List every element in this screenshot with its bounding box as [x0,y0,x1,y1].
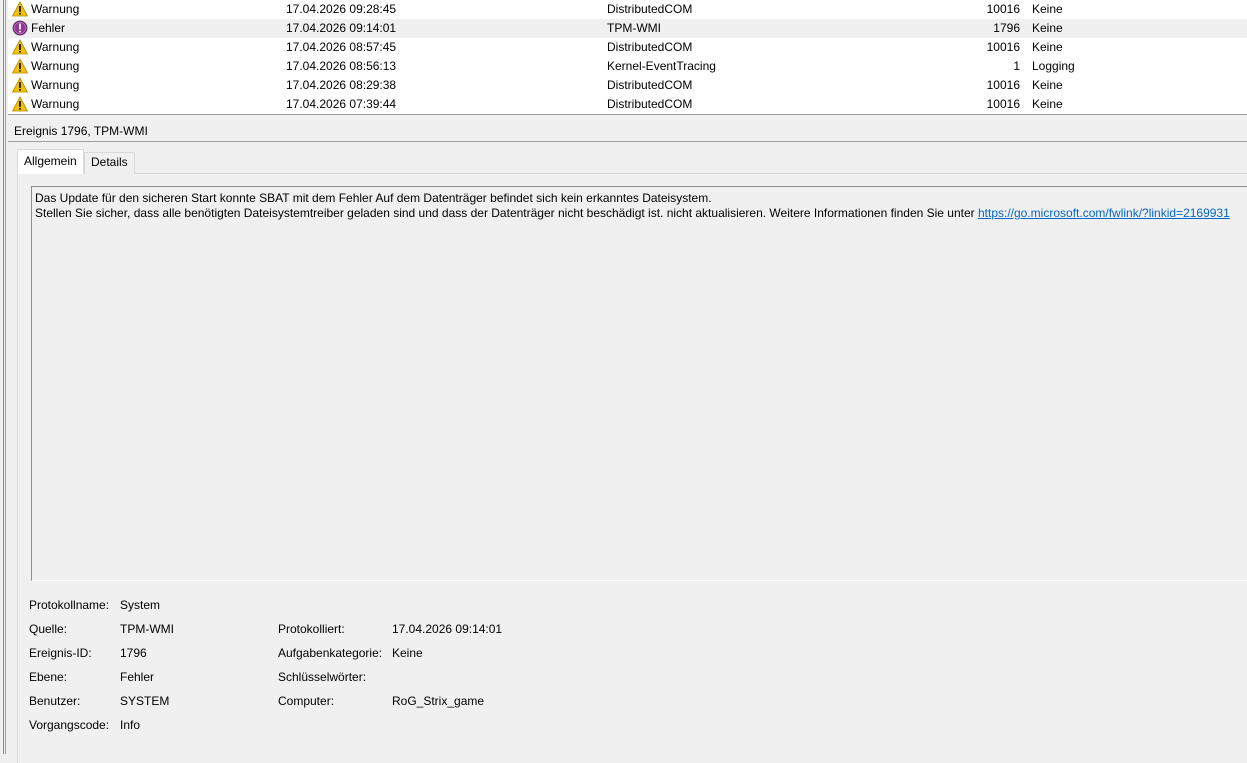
task-category-value: Keine [392,646,423,660]
event-id: 10016 [986,97,1020,111]
event-id-value: 1796 [120,646,147,660]
opcode-value: Info [120,718,141,732]
event-source: Kernel-EventTracing [607,59,716,73]
event-source: DistributedCOM [607,40,693,54]
event-id-label: Ereignis-ID: [29,646,92,660]
source-value: TPM-WMI [120,622,174,636]
log-name-value: System [120,598,161,612]
more-info-link[interactable]: https://go.microsoft.com/fwlink/?linkid=… [978,206,1230,220]
keywords-label: Schlüsselwörter: [278,670,367,684]
source-label: Quelle: [29,622,68,636]
event-row[interactable]: Fehler 17.04.2026 09:14:01 TPM-WMI 1796 … [8,19,1247,38]
event-category: Keine [1032,40,1063,54]
event-source: DistributedCOM [607,97,693,111]
event-date: 17.04.2026 08:57:45 [286,40,397,54]
logged-label: Protokolliert: [278,622,345,636]
event-source: DistributedCOM [607,2,693,16]
event-source: TPM-WMI [607,21,661,35]
event-details-title: Ereignis 1796, TPM-WMI [14,124,148,138]
event-date: 17.04.2026 07:39:44 [286,97,397,111]
event-category: Keine [1032,97,1063,111]
event-id: 1796 [993,21,1020,35]
event-row[interactable]: Warnung 17.04.2026 08:57:45 DistributedC… [8,38,1247,57]
event-id: 10016 [986,78,1020,92]
event-date: 17.04.2026 08:56:13 [286,59,397,73]
user-label: Benutzer: [29,694,81,708]
event-description: Das Update für den sicheren Start konnte… [35,191,1230,221]
event-level: Warnung [31,40,80,54]
event-category: Keine [1032,21,1063,35]
warning-icon [12,77,28,93]
event-level: Warnung [31,78,80,92]
event-details-header: Ereignis 1796, TPM-WMI [8,118,1247,142]
event-list[interactable]: Warnung 17.04.2026 09:28:45 DistributedC… [8,0,1247,115]
warning-icon [12,96,28,112]
warning-icon [12,1,28,17]
event-category: Logging [1032,59,1075,73]
event-level: Warnung [31,2,80,16]
description-line-2: Stellen Sie sicher, dass alle benötigten… [35,206,1230,221]
event-source: DistributedCOM [607,78,693,92]
event-description-box[interactable]: Das Update für den sicheren Start konnte… [31,186,1247,581]
warning-icon [12,58,28,74]
computer-value: RoG_Strix_game [392,694,485,708]
warning-icon [12,39,28,55]
event-id: 10016 [986,2,1020,16]
description-line-2-text: Stellen Sie sicher, dass alle benötigten… [35,206,978,220]
event-level: Warnung [31,97,80,111]
computer-label: Computer: [278,694,335,708]
tab-general[interactable]: Allgemein [17,149,84,174]
event-row[interactable]: Warnung 17.04.2026 09:28:45 DistributedC… [8,0,1247,19]
tab-details[interactable]: Details [84,152,135,174]
event-category: Keine [1032,2,1063,16]
event-category: Keine [1032,78,1063,92]
opcode-label: Vorgangscode: [29,718,110,732]
event-date: 17.04.2026 09:28:45 [286,2,397,16]
log-name-label: Protokollname: [29,598,110,612]
event-date: 17.04.2026 08:29:38 [286,78,397,92]
event-date: 17.04.2026 09:14:01 [286,21,397,35]
user-value: SYSTEM [120,694,170,708]
event-level: Warnung [31,59,80,73]
event-level: Fehler [31,21,66,35]
level-value: Fehler [120,670,155,684]
event-id: 1 [1013,59,1020,73]
event-row[interactable]: Warnung 17.04.2026 07:39:44 DistributedC… [8,95,1247,114]
description-line-1: Das Update für den sicheren Start konnte… [35,191,712,205]
event-id: 10016 [986,40,1020,54]
logged-value: 17.04.2026 09:14:01 [392,622,503,636]
event-row[interactable]: Warnung 17.04.2026 08:56:13 Kernel-Event… [8,57,1247,76]
task-category-label: Aufgabenkategorie: [278,646,383,660]
event-row[interactable]: Warnung 17.04.2026 08:29:38 DistributedC… [8,76,1247,95]
error-icon [12,20,28,36]
window-left-border-line [3,0,4,754]
level-label: Ebene: [29,670,68,684]
